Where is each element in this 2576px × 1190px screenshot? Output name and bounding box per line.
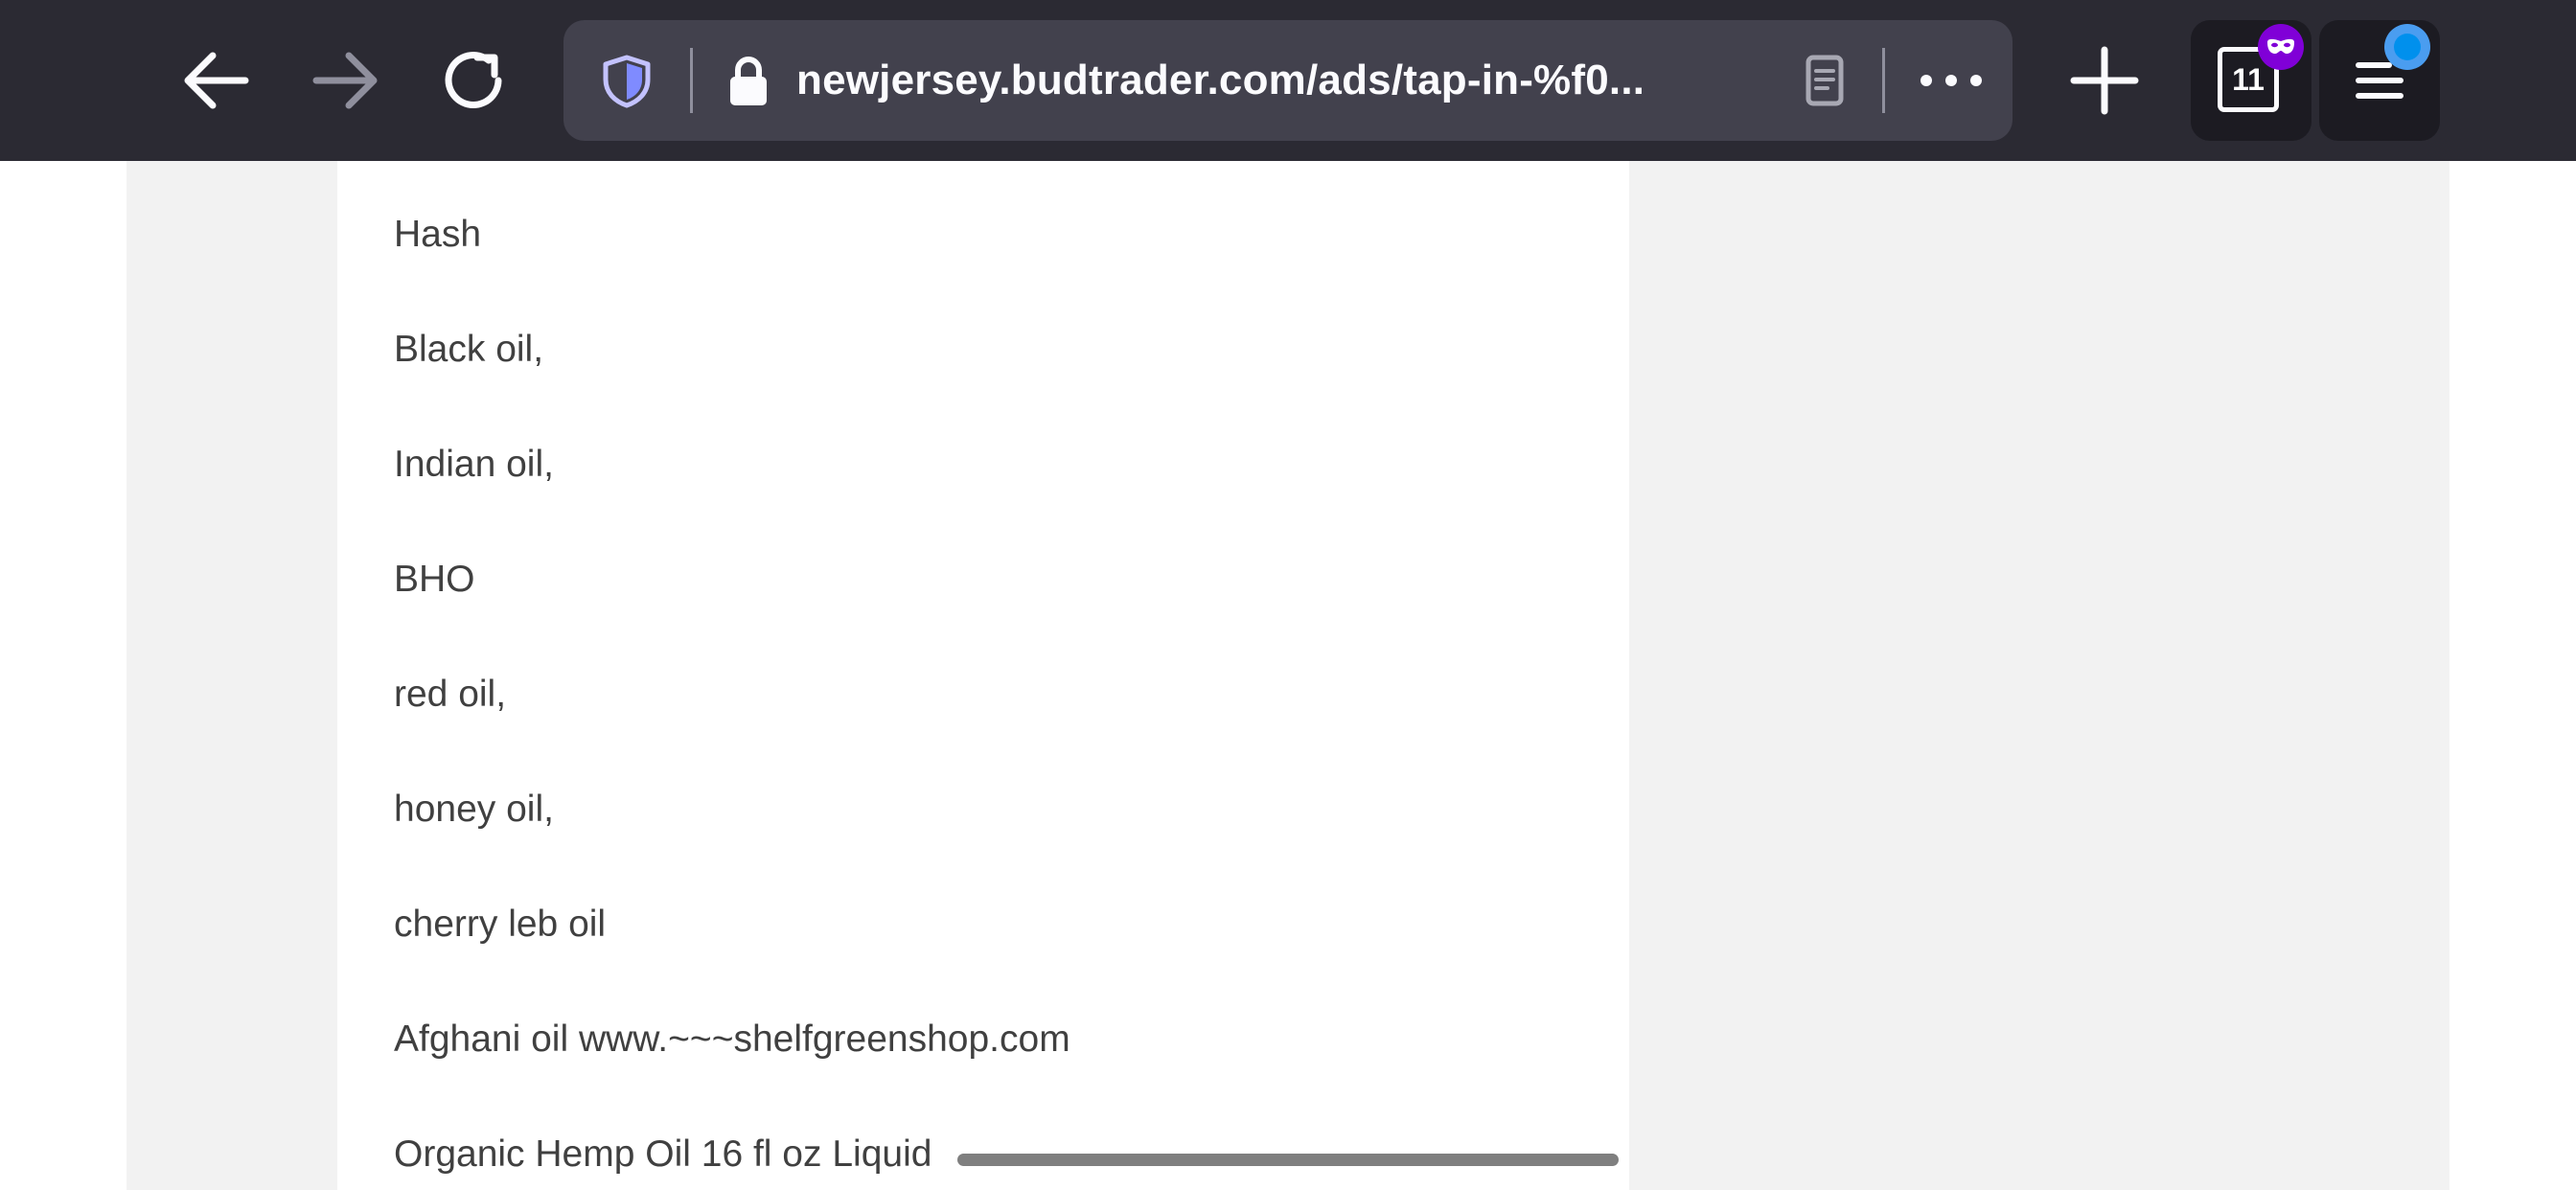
horizontal-scrollbar[interactable] [957, 1154, 1619, 1166]
more-options-icon [1920, 75, 1982, 86]
back-button[interactable] [178, 42, 255, 119]
url-text[interactable]: newjersey.budtrader.com/ads/tap-in-%f0..… [796, 20, 1644, 141]
forward-arrow-icon [312, 52, 378, 109]
notification-dot [2384, 24, 2430, 70]
plus-icon [2070, 46, 2139, 115]
menu-button[interactable] [2319, 20, 2440, 141]
web-content: Hash Black oil, Indian oil, BHO red oil,… [0, 161, 2576, 1190]
tracking-protection-button[interactable] [598, 52, 656, 109]
url-divider-right [1882, 48, 1885, 113]
forward-button[interactable] [307, 42, 383, 119]
more-options-button[interactable] [1913, 52, 1990, 109]
description-line: cherry leb oil [394, 904, 607, 945]
back-arrow-icon [184, 52, 249, 109]
reload-icon [445, 52, 502, 108]
reader-view-button[interactable] [1796, 52, 1853, 109]
description-line: Black oil, [394, 329, 544, 370]
description-line: Hash [394, 214, 482, 255]
tabs-button[interactable]: 11 [2191, 20, 2312, 141]
description-line: honey oil, [394, 789, 554, 830]
browser-toolbar: newjersey.budtrader.com/ads/tap-in-%f0..… [0, 0, 2576, 161]
tracking-protection-shield-icon [603, 55, 651, 108]
description-line: Organic Hemp Oil 16 fl oz Liquid [394, 1133, 932, 1175]
lock-indicator[interactable] [724, 54, 772, 107]
url-divider [690, 48, 693, 113]
ad-description: Hash Black oil, Indian oil, BHO red oil,… [337, 161, 1629, 1190]
reader-view-icon [1806, 55, 1844, 106]
description-line: Indian oil, [394, 444, 554, 485]
description-line: BHO [394, 559, 475, 600]
url-bar[interactable]: newjersey.budtrader.com/ads/tap-in-%f0..… [564, 20, 2012, 141]
new-tab-button[interactable] [2066, 42, 2143, 119]
description-line: Afghani oil www.~~~shelfgreenshop.com [394, 1018, 1070, 1060]
private-badge [2258, 24, 2304, 70]
page-background: Hash Black oil, Indian oil, BHO red oil,… [126, 161, 2450, 1190]
private-mask-icon [2267, 38, 2294, 54]
lock-icon [730, 57, 767, 105]
description-line: red oil, [394, 674, 507, 715]
reload-button[interactable] [435, 42, 512, 119]
